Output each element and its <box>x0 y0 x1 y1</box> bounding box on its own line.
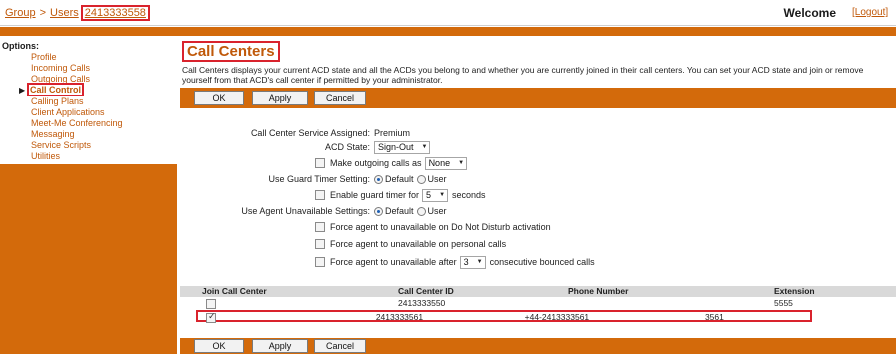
extension-cell: 5555 <box>774 298 793 308</box>
apply-button[interactable]: Apply <box>252 91 308 105</box>
outgoing-calls-as-checkbox[interactable] <box>315 158 325 168</box>
chevron-down-icon: ▼ <box>476 259 483 265</box>
bounced-calls-prefix-label: Force agent to unavailable after <box>330 257 457 267</box>
outgoing-calls-as-label: Make outgoing calls as <box>330 158 422 168</box>
join-call-center-checkbox[interactable] <box>206 311 216 323</box>
service-assigned-label: Call Center Service Assigned: <box>250 128 370 138</box>
apply-button[interactable]: Apply <box>252 339 308 353</box>
bounced-calls-select[interactable]: 3 ▼ <box>459 255 486 269</box>
guard-default-radio[interactable] <box>374 174 383 184</box>
sidebar-item-client-applications[interactable]: Client Applications <box>0 107 177 118</box>
dnd-unavailable-label: Force agent to unavailable on Do Not Dis… <box>330 222 551 232</box>
personal-calls-unavailable-checkbox[interactable] <box>315 239 325 249</box>
sidebar-item-messaging[interactable]: Messaging <box>0 129 177 140</box>
top-bar: Group > Users 2413333558 Welcome [Logout… <box>0 0 896 26</box>
join-call-center-checkbox[interactable] <box>206 298 216 309</box>
main-content: Call Centers Call Centers displays your … <box>180 38 896 354</box>
logout-link[interactable]: [Logout] <box>852 7 896 18</box>
service-assigned-value: Premium <box>374 128 411 138</box>
personal-calls-unavailable-label: Force agent to unavailable on personal c… <box>330 239 507 249</box>
acd-state-label: ACD State: <box>324 142 370 152</box>
call-center-id-cell: 2413333550 <box>398 298 446 308</box>
ok-button[interactable]: OK <box>194 91 244 105</box>
table-row: 2413333550 5555 <box>180 298 896 309</box>
sidebar-item-utilities[interactable]: Utilities <box>0 151 177 162</box>
sidebar-list: Profile Incoming Calls Outgoing Calls ▶ C… <box>0 52 177 164</box>
table-row: 2413333561 +44-2413333561 3561 <box>196 310 812 323</box>
ok-button[interactable]: OK <box>194 339 244 353</box>
call-center-id-cell: 2413333561 <box>375 312 424 322</box>
chevron-down-icon: ▼ <box>458 160 465 166</box>
sidebar-item-service-scripts[interactable]: Service Scripts <box>0 140 177 151</box>
page-description: Call Centers displays your current ACD s… <box>182 65 864 85</box>
sidebar-item-meet-me-conferencing[interactable]: Meet-Me Conferencing <box>0 118 177 129</box>
chevron-down-icon: ▼ <box>439 192 446 198</box>
phone-number-cell: +44-2413333561 <box>524 312 590 322</box>
breadcrumb-group-link[interactable]: Group <box>5 7 36 19</box>
bounced-calls-suffix-label: consecutive bounced calls <box>489 257 595 267</box>
cancel-button[interactable]: Cancel <box>314 91 366 105</box>
sidebar-item-profile[interactable]: Profile <box>0 52 177 63</box>
top-button-bar: OK Apply Cancel <box>180 88 896 108</box>
col-header-join: Join Call Center <box>202 286 267 296</box>
breadcrumb: Group > Users 2413333558 <box>5 5 150 21</box>
col-header-phone-number: Phone Number <box>568 286 629 296</box>
breadcrumb-users-link[interactable]: Users <box>50 7 79 19</box>
sidebar-heading: Options: <box>0 38 177 52</box>
phone-number-cell <box>568 298 774 309</box>
guard-timer-label: Use Guard Timer Setting: <box>268 174 370 184</box>
call-center-settings-form: Call Center Service Assigned: Premium AC… <box>180 110 896 286</box>
chevron-down-icon: ▼ <box>421 144 428 150</box>
seconds-label: seconds <box>452 190 486 200</box>
breadcrumb-separator: > <box>39 7 47 19</box>
agent-unavailable-label: Use Agent Unavailable Settings: <box>241 206 370 216</box>
dnd-unavailable-checkbox[interactable] <box>315 222 325 232</box>
sidebar: Options: Profile Incoming Calls Outgoing… <box>0 38 177 354</box>
table-header: Join Call Center Call Center ID Phone Nu… <box>180 286 896 297</box>
guard-default-label: Default <box>385 174 414 184</box>
header-strip <box>0 27 896 36</box>
unavailable-default-radio[interactable] <box>374 206 383 216</box>
unavailable-user-label: User <box>427 206 447 216</box>
page-title: Call Centers <box>182 41 280 62</box>
acd-state-select[interactable]: Sign-Out ▼ <box>374 140 431 154</box>
enable-guard-timer-checkbox[interactable] <box>315 190 325 200</box>
call-centers-table: Join Call Center Call Center ID Phone Nu… <box>180 286 896 323</box>
col-header-call-center-id: Call Center ID <box>398 286 454 296</box>
guard-user-radio[interactable] <box>416 174 426 184</box>
enable-guard-timer-label: Enable guard timer for <box>330 190 420 200</box>
unavailable-default-label: Default <box>385 206 414 216</box>
extension-cell: 3561 <box>704 312 724 322</box>
guard-user-label: User <box>427 174 447 184</box>
bounced-calls-unavailable-checkbox[interactable] <box>315 257 325 267</box>
bottom-button-bar: OK Apply Cancel <box>180 338 896 354</box>
sidebar-item-calling-plans[interactable]: Calling Plans <box>0 96 177 107</box>
selected-arrow-icon: ▶ <box>19 86 26 95</box>
unavailable-user-radio[interactable] <box>416 206 426 216</box>
breadcrumb-user-id[interactable]: 2413333558 <box>80 5 150 21</box>
guard-seconds-select[interactable]: 5 ▼ <box>422 188 449 202</box>
col-header-extension: Extension <box>774 286 815 296</box>
cancel-button[interactable]: Cancel <box>314 339 366 353</box>
welcome-text: Welcome <box>783 6 836 20</box>
sidebar-item-incoming-calls[interactable]: Incoming Calls <box>0 63 177 74</box>
sidebar-item-call-control[interactable]: ▶ Call Control <box>0 83 177 97</box>
outgoing-calls-as-select[interactable]: None ▼ <box>424 156 468 170</box>
